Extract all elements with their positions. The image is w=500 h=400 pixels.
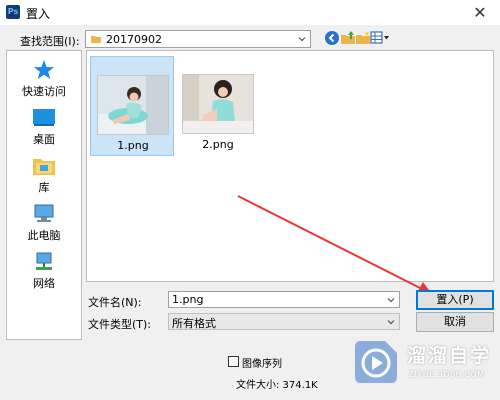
place-label: 网络 [33,277,55,290]
lookin-label: 查找范围(I): [20,35,80,48]
place-label: 库 [38,181,50,194]
watermark-url: ZIXUE.3D66.COM [408,370,485,379]
place-label: 桌面 [33,133,55,146]
place-network[interactable]: 网络 [7,247,81,295]
window-title: 置入 [26,7,51,21]
place-quick-access[interactable]: 快速访问 [7,55,81,103]
watermark-logo-icon [355,341,397,383]
file-list[interactable]: 1.png 2.png [86,50,494,282]
close-button[interactable]: ✕ [460,0,500,25]
library-icon [33,159,55,175]
up-folder-icon[interactable] [340,30,356,46]
chevron-down-icon [387,320,395,325]
watermark: 溜溜自学 ZIXUE.3D66.COM [351,337,499,397]
computer-icon [34,204,54,222]
filetype-label: 文件类型(T): [88,318,152,331]
filetype-dropdown[interactable]: 所有格式 [168,313,400,330]
image-thumbnail [97,75,169,135]
network-icon [36,252,52,270]
place-this-pc[interactable]: 此电脑 [7,199,81,247]
file-size-text: 文件大小: 374.1K [236,380,318,391]
image-sequence-checkbox[interactable] [228,356,239,367]
filename-input[interactable]: 1.png [168,291,400,308]
chevron-down-icon[interactable] [385,294,397,306]
chevron-down-icon [298,37,306,42]
file-item[interactable]: 2.png [176,56,260,156]
cancel-button[interactable]: 取消 [416,312,494,332]
filetype-value: 所有格式 [172,317,216,330]
desktop-icon [33,109,55,126]
filename-label: 文件名(N): [88,296,142,309]
title-bar: Ps 置入 ✕ [0,0,500,25]
place-library[interactable]: 库 [7,151,81,199]
photoshop-app-icon: Ps [6,5,20,19]
watermark-title: 溜溜自学 [407,345,492,367]
image-thumbnail [182,74,254,134]
folder-icon [91,36,101,43]
lookin-dropdown[interactable]: 20170902 [85,30,311,48]
place-button[interactable]: 置入(P) [416,290,494,310]
view-menu-icon[interactable] [370,30,390,46]
file-name: 2.png [202,138,234,151]
image-sequence-label: 图像序列 [242,359,282,370]
places-bar: 快速访问 桌面 库 此电脑 网络 [6,50,82,340]
file-item[interactable]: 1.png [90,56,174,156]
file-name: 1.png [117,139,149,152]
back-icon[interactable] [324,30,340,46]
star-icon [34,60,54,79]
place-label: 快速访问 [22,85,66,98]
place-desktop[interactable]: 桌面 [7,103,81,151]
lookin-value: 20170902 [106,33,162,46]
new-folder-icon[interactable] [355,30,371,46]
filename-value: 1.png [172,293,204,306]
place-label: 此电脑 [27,229,61,242]
